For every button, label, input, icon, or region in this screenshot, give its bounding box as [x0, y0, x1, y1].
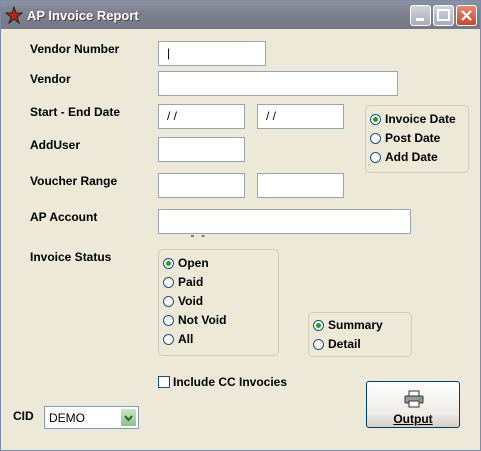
radio-summary[interactable]: Summary [313, 318, 383, 332]
radio-status-not-void-label: Not Void [178, 313, 227, 327]
minimize-button[interactable] [410, 5, 431, 26]
start-date-value: / / [167, 109, 178, 123]
ap-account-input[interactable]: - - [158, 209, 411, 242]
radio-status-paid[interactable]: Paid [163, 275, 203, 289]
ap-account-value: - - [190, 228, 206, 242]
radio-detail-label: Detail [328, 337, 361, 351]
output-button-label: Output [393, 412, 433, 426]
radio-summary-indicator[interactable] [313, 319, 324, 331]
voucher-end-input[interactable] [257, 173, 344, 198]
maximize-icon [437, 9, 450, 21]
radio-add-date-indicator[interactable] [370, 151, 381, 163]
radio-status-open-indicator[interactable] [163, 257, 174, 269]
window-title: AP Invoice Report [27, 8, 139, 23]
radio-invoice-date-label: Invoice Date [385, 112, 456, 126]
include-cc-label: Include CC Invocies [173, 375, 288, 389]
ap-invoice-report-window: AP Invoice Report Vendor Number | Vendor… [0, 0, 481, 451]
radio-detail[interactable]: Detail [313, 337, 361, 351]
radio-status-all-indicator[interactable] [163, 333, 174, 345]
vendor-label: Vendor [30, 72, 71, 86]
add-user-input[interactable] [158, 137, 245, 162]
vendor-input[interactable] [158, 71, 398, 96]
app-star-icon [5, 6, 23, 24]
radio-status-void-label: Void [178, 294, 204, 308]
radio-post-date-indicator[interactable] [370, 132, 381, 144]
cid-value: DEMO [49, 411, 85, 425]
radio-status-paid-label: Paid [178, 275, 204, 289]
radio-status-void-indicator[interactable] [163, 295, 174, 307]
date-range-label: Start - End Date [30, 105, 121, 119]
voucher-range-label: Voucher Range [30, 174, 118, 188]
radio-status-open-label: Open [178, 256, 209, 270]
radio-status-not-void[interactable]: Not Void [163, 313, 226, 327]
add-user-label: AddUser [30, 138, 81, 152]
title-bar[interactable]: AP Invoice Report [1, 1, 480, 29]
radio-post-date-label: Post Date [385, 131, 441, 145]
chevron-down-icon [124, 415, 133, 422]
radio-detail-indicator[interactable] [313, 338, 324, 350]
close-button[interactable] [456, 5, 477, 26]
invoice-status-label: Invoice Status [30, 250, 112, 264]
end-date-value: / / [266, 109, 277, 123]
radio-invoice-date[interactable]: Invoice Date [370, 112, 456, 126]
output-button[interactable]: Output [366, 381, 460, 428]
close-icon [461, 10, 472, 21]
minimize-icon [416, 18, 424, 21]
radio-status-not-void-indicator[interactable] [163, 314, 174, 326]
include-cc-checkbox[interactable] [158, 376, 170, 388]
vendor-number-input[interactable]: | [158, 41, 266, 66]
voucher-start-input[interactable] [158, 173, 245, 198]
radio-status-all-label: All [178, 332, 194, 346]
maximize-button[interactable] [433, 5, 454, 26]
vendor-number-value: | [167, 46, 171, 60]
cid-select[interactable]: DEMO [44, 406, 139, 429]
include-cc-checkbox-row[interactable]: Include CC Invocies [158, 375, 287, 389]
radio-post-date[interactable]: Post Date [370, 131, 440, 145]
radio-status-open[interactable]: Open [163, 256, 209, 270]
radio-summary-label: Summary [328, 318, 383, 332]
radio-status-paid-indicator[interactable] [163, 276, 174, 288]
radio-add-date[interactable]: Add Date [370, 150, 438, 164]
cid-label: CID [13, 409, 34, 423]
start-date-input[interactable]: / / [158, 104, 245, 129]
radio-invoice-date-indicator[interactable] [370, 113, 381, 125]
radio-status-all[interactable]: All [163, 332, 193, 346]
ap-account-label: AP Account [30, 210, 98, 224]
radio-add-date-label: Add Date [385, 150, 438, 164]
end-date-input[interactable]: / / [257, 104, 344, 129]
cid-dropdown-button[interactable] [120, 408, 137, 427]
printer-icon [404, 390, 424, 408]
vendor-number-label: Vendor Number [30, 42, 120, 56]
radio-status-void[interactable]: Void [163, 294, 203, 308]
